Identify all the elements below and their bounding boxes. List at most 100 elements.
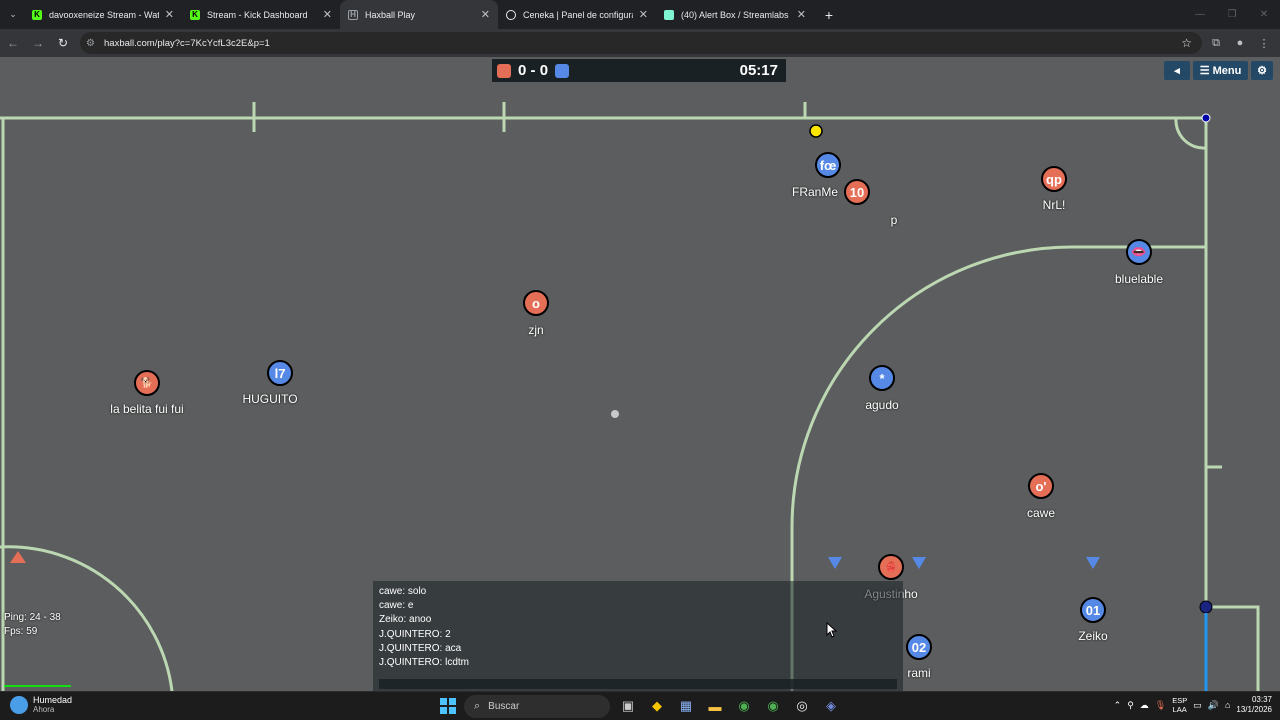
score-separator: -	[530, 62, 536, 79]
player-avatar: fœ	[819, 157, 837, 173]
player-disc: o'	[1028, 473, 1054, 499]
player-avatar: 02	[911, 639, 927, 655]
tab-close-icon[interactable]: ✕	[481, 8, 490, 21]
clock-date: 13/1/2026	[1236, 705, 1272, 714]
player-avatar: o'	[1035, 478, 1047, 494]
red-score: 0	[518, 62, 527, 79]
chevron-up-icon[interactable]: ⌃	[1114, 700, 1122, 711]
extensions-icon[interactable]: ⧉	[1204, 31, 1228, 55]
player-disc: 👙	[878, 554, 904, 580]
address-bar[interactable]: ⚙ haxball.com/play?c=7KcYcfL3c2E&p=1 ☆	[80, 32, 1202, 54]
player-name: cawe	[1026, 506, 1056, 520]
tab-title: Stream - Kick Dashboard	[207, 9, 308, 20]
site-info-icon[interactable]: ⚙	[86, 38, 100, 49]
system-tray: ⌃ ⚲ ☁ 🎙 ESP LAA ▭ 🔊 ⌂ 03:37 13/1/2026	[1114, 695, 1272, 715]
player-avatar: o	[532, 295, 540, 311]
back-icon[interactable]: ←	[1, 31, 25, 55]
tab-close-icon[interactable]: ✕	[639, 8, 648, 21]
discord-icon[interactable]: ◈	[821, 696, 841, 716]
weather-title: Humedad	[33, 695, 73, 705]
tab-title: Ceneka | Panel de configuració	[523, 9, 633, 20]
tab-4[interactable]: (40) Alert Box / Streamlabs ✕	[656, 0, 814, 29]
close-window-icon[interactable]: ✕	[1248, 0, 1280, 29]
system-clock[interactable]: 03:37 13/1/2026	[1236, 695, 1272, 715]
calculator-icon[interactable]: ▦	[676, 696, 696, 716]
blue-score: 0	[539, 62, 549, 79]
chat-message: J.QUINTERO: lcdtm	[379, 657, 470, 669]
bookmark-star-icon[interactable]: ☆	[1181, 36, 1192, 50]
mouse-cursor-icon	[826, 622, 838, 638]
weather-icon	[10, 696, 28, 714]
sound-toggle-button[interactable]: ◂	[1164, 61, 1190, 80]
tab-search-chevron-icon[interactable]: ⌄	[2, 4, 24, 26]
player-disc: 10	[844, 179, 870, 205]
maximize-icon[interactable]: ❐	[1216, 0, 1248, 29]
input-language[interactable]: ESP LAA	[1172, 696, 1187, 714]
taskbar-search[interactable]: ⌕ Buscar	[464, 695, 610, 718]
microphone-icon[interactable]: 🎙	[1155, 700, 1166, 711]
menu-button[interactable]: ☰ Menu	[1193, 61, 1248, 80]
app-icon[interactable]: ◆	[647, 696, 667, 716]
haxball-game-canvas[interactable]: 0 - 0 05:17 ◂ ☰ Menu ⚙ fœ FRanMe 10 p qp…	[0, 57, 1280, 691]
player-name: Zeiko	[1078, 629, 1108, 643]
toolbar-right: ⧉ ● ⋮	[1204, 31, 1276, 55]
task-view-icon[interactable]: ▣	[618, 696, 638, 716]
tab-close-icon[interactable]: ✕	[797, 8, 806, 21]
battery-icon[interactable]: ⌂	[1225, 700, 1230, 710]
tray-app-icon[interactable]: ⚲	[1127, 700, 1134, 711]
tab-title: (40) Alert Box / Streamlabs	[681, 9, 789, 20]
player-avatar: 10	[849, 184, 865, 200]
settings-button[interactable]: ⚙	[1251, 61, 1273, 80]
weather-subtitle: Ahora	[33, 705, 55, 714]
tab-close-icon[interactable]: ✕	[165, 8, 174, 21]
network-icon[interactable]: ▭	[1193, 700, 1202, 711]
minimize-icon[interactable]: —	[1184, 0, 1216, 29]
player-name: la belita fui fui	[110, 402, 184, 416]
chrome-icon[interactable]: ◉	[734, 696, 754, 716]
kick-icon: K	[32, 9, 42, 20]
player-avatar: 🐕	[140, 377, 154, 389]
fps-text: Fps: 59	[4, 626, 38, 637]
player-avatar: qp	[1046, 171, 1062, 187]
tab-1[interactable]: K Stream - Kick Dashboard ✕	[182, 0, 340, 29]
forward-icon[interactable]: →	[26, 31, 50, 55]
game-clock: 05:17	[739, 62, 778, 79]
streamlabs-icon	[664, 9, 674, 20]
red-team-square	[497, 63, 511, 78]
tray-app-icon[interactable]: ☁	[1140, 700, 1149, 711]
hamburger-icon: ☰	[1199, 65, 1210, 77]
chat-message: J.QUINTERO: 2	[379, 628, 451, 640]
windows-taskbar: Humedad Ahora ⌕ Buscar ▣ ◆ ▦ ▬ ◉ ◉ ◎ ◈ ⌃…	[0, 691, 1280, 720]
file-explorer-icon[interactable]: ▬	[705, 696, 725, 716]
tab-title: davooxeneize Stream - Watch l	[49, 9, 159, 20]
tab-title: Haxball Play	[365, 9, 416, 20]
taskbar-apps: ▣ ◆ ▦ ▬ ◉ ◉ ◎ ◈	[618, 696, 841, 716]
tab-2[interactable]: H Haxball Play ✕	[340, 0, 498, 29]
profile-avatar-icon[interactable]: ●	[1228, 31, 1252, 55]
chat-message: J.QUINTERO: aca	[379, 642, 462, 654]
lang-code: ESP	[1172, 696, 1188, 705]
score-text: 0 - 0	[518, 62, 548, 79]
new-tab-button[interactable]: +	[818, 7, 840, 23]
chat-message: cawe: solo	[379, 586, 427, 597]
volume-icon[interactable]: 🔊	[1208, 700, 1219, 711]
tab-0[interactable]: K davooxeneize Stream - Watch l ✕	[24, 0, 182, 29]
player-disc: qp	[1041, 166, 1067, 192]
start-button[interactable]	[440, 698, 456, 714]
kebab-menu-icon[interactable]: ⋮	[1252, 31, 1276, 55]
tab-close-icon[interactable]: ✕	[323, 8, 332, 21]
kick-icon: K	[190, 9, 200, 20]
chrome-icon[interactable]: ◉	[763, 696, 783, 716]
tab-3[interactable]: Ceneka | Panel de configuració ✕	[498, 0, 656, 29]
tab-strip: ⌄ K davooxeneize Stream - Watch l ✕ K St…	[0, 0, 1280, 29]
player-disc: 02	[906, 634, 932, 660]
player-disc: fœ	[815, 152, 841, 178]
weather-widget[interactable]: Humedad Ahora	[10, 695, 72, 715]
scoreboard: 0 - 0 05:17	[492, 59, 786, 82]
chat-input[interactable]	[379, 679, 897, 689]
menu-label: Menu	[1212, 64, 1242, 77]
player-name: HUGUITO	[242, 392, 298, 406]
reload-icon[interactable]: ↻	[51, 31, 75, 55]
player-name: NrL!	[1042, 198, 1066, 212]
obs-icon[interactable]: ◎	[792, 696, 812, 716]
